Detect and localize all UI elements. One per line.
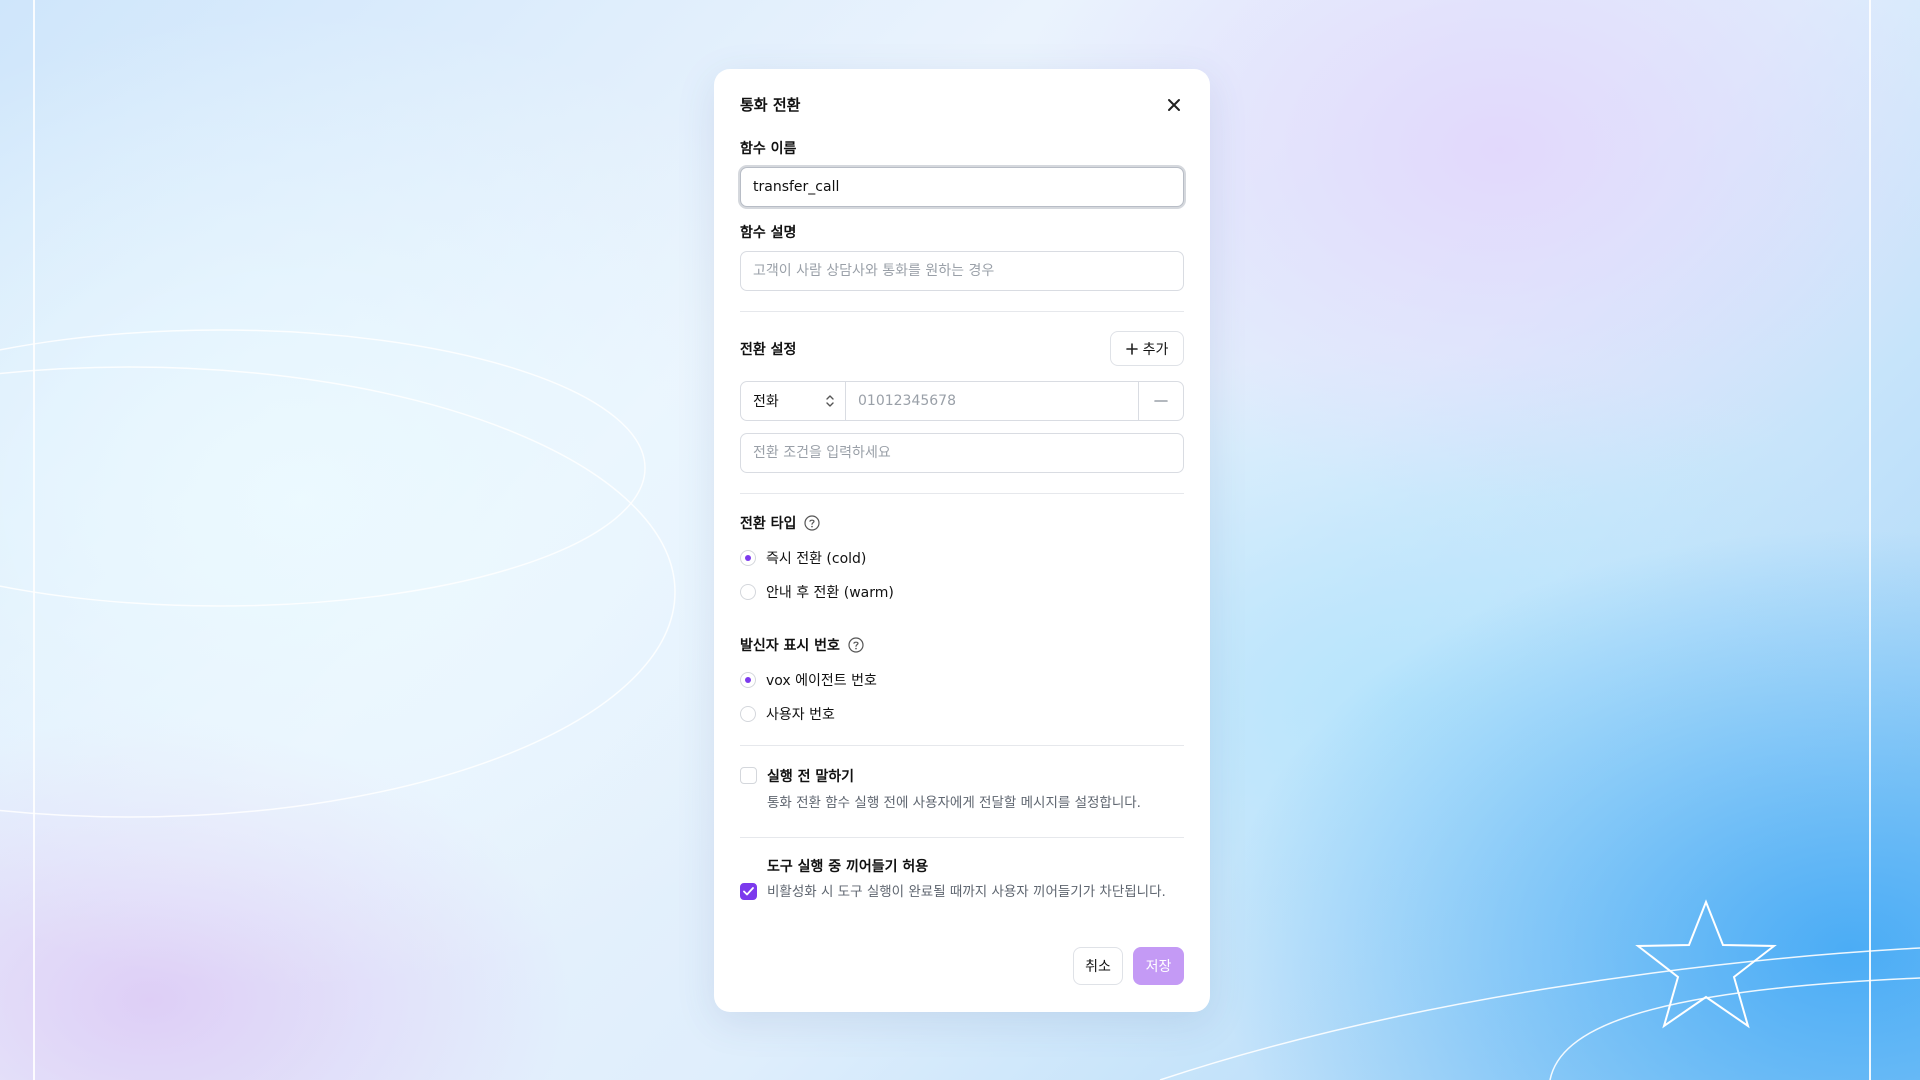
caller-id-heading: 발신자 표시 번호 xyxy=(740,635,864,655)
modal-title: 통화 전환 xyxy=(740,96,801,114)
divider xyxy=(740,837,1184,838)
radio-warm-transfer[interactable]: 안내 후 전환 (warm) xyxy=(740,582,894,602)
radio-label: 사용자 번호 xyxy=(766,707,835,723)
allow-interrupt-title: 도구 실행 중 끼어들기 허용 xyxy=(767,859,929,875)
transfer-type-heading: 전환 타입 xyxy=(740,513,821,533)
allow-interrupt-description: 비활성화 시 도구 실행이 완료될 때까지 사용자 끼어들기가 차단됩니다. xyxy=(767,884,1166,900)
save-button[interactable]: 저장 xyxy=(1133,947,1184,985)
transfer-settings-label: 전환 설정 xyxy=(740,342,797,358)
radio-label: vox 에이전트 번호 xyxy=(766,673,877,689)
transfer-call-modal: 통화 전환 함수 이름 함수 설명 전환 설정 추가 전화 전환 타입 xyxy=(714,69,1210,1012)
check-icon xyxy=(743,887,754,896)
transfer-condition-input[interactable] xyxy=(740,433,1184,473)
star-decoration xyxy=(1635,899,1777,1029)
radio-cold-transfer[interactable]: 즉시 전환 (cold) xyxy=(740,548,866,568)
function-description-input[interactable] xyxy=(740,251,1184,291)
divider xyxy=(740,493,1184,494)
minus-icon xyxy=(1154,400,1168,402)
remove-transfer-button[interactable] xyxy=(1138,381,1184,421)
speak-before-checkbox[interactable] xyxy=(740,767,757,784)
add-button-label: 추가 xyxy=(1142,341,1169,358)
destination-type-select[interactable]: 전화 xyxy=(740,381,846,421)
radio-button[interactable] xyxy=(740,672,756,688)
function-name-label: 함수 이름 xyxy=(740,141,797,157)
radio-button[interactable] xyxy=(740,584,756,600)
radio-button[interactable] xyxy=(740,550,756,566)
radio-user-number[interactable]: 사용자 번호 xyxy=(740,704,835,724)
close-icon xyxy=(1168,99,1180,111)
radio-label: 안내 후 전환 (warm) xyxy=(766,585,894,601)
caller-id-label: 발신자 표시 번호 xyxy=(740,638,840,654)
help-icon[interactable] xyxy=(848,637,864,653)
allow-interrupt-checkbox[interactable] xyxy=(740,883,757,900)
transfer-type-label: 전환 타입 xyxy=(740,516,797,532)
divider xyxy=(740,745,1184,746)
help-icon[interactable] xyxy=(804,515,821,531)
speak-before-title: 실행 전 말하기 xyxy=(767,769,855,785)
chevron-up-down-icon xyxy=(826,395,834,407)
radio-button[interactable] xyxy=(740,706,756,722)
function-name-input[interactable] xyxy=(740,167,1184,207)
close-button[interactable] xyxy=(1162,93,1186,117)
plus-icon xyxy=(1125,342,1138,355)
add-transfer-button[interactable]: 추가 xyxy=(1110,331,1184,366)
function-description-label: 함수 설명 xyxy=(740,225,797,241)
radio-agent-number[interactable]: vox 에이전트 번호 xyxy=(740,670,877,690)
cancel-button[interactable]: 취소 xyxy=(1073,947,1123,985)
speak-before-description: 통화 전환 함수 실행 전에 사용자에게 전달할 메시지를 설정합니다. xyxy=(767,795,1141,811)
radio-label: 즉시 전환 (cold) xyxy=(766,551,867,567)
divider xyxy=(740,311,1184,312)
destination-type-value: 전화 xyxy=(753,394,779,410)
phone-number-input[interactable] xyxy=(846,381,1138,421)
